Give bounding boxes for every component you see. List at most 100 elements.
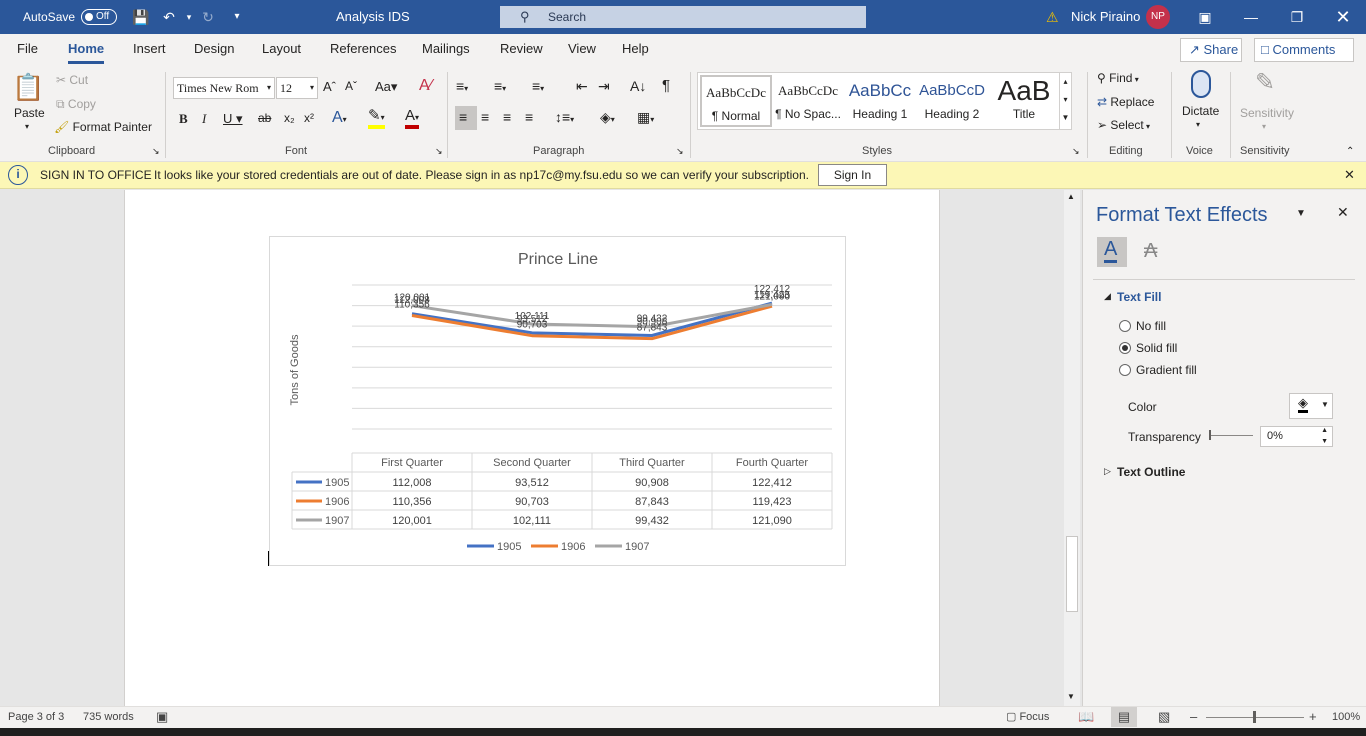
- line-spacing-icon[interactable]: ↕≡▾: [555, 109, 574, 125]
- grow-font-icon[interactable]: Aˆ: [323, 79, 336, 94]
- tab-layout[interactable]: Layout: [262, 34, 301, 66]
- change-case-icon[interactable]: Aa▾: [375, 79, 397, 95]
- clipboard-launcher-icon[interactable]: ↘: [152, 146, 160, 157]
- close-icon[interactable]: ✕: [1320, 0, 1366, 34]
- find-button[interactable]: ⚲ Find ▾: [1097, 71, 1139, 85]
- bold-icon[interactable]: B: [179, 111, 188, 127]
- font-launcher-icon[interactable]: ↘: [435, 146, 443, 157]
- font-name-box[interactable]: Times New Rom ▾: [173, 77, 275, 99]
- italic-icon[interactable]: I: [202, 111, 206, 127]
- align-right-icon[interactable]: ≡: [503, 109, 511, 125]
- avatar[interactable]: NP: [1146, 5, 1170, 29]
- close-icon[interactable]: ✕: [1344, 167, 1355, 183]
- transparency-input[interactable]: 0% ▲ ▼: [1260, 426, 1333, 447]
- align-center-icon[interactable]: ≡: [481, 109, 489, 125]
- tab-home[interactable]: Home: [68, 34, 105, 66]
- vertical-scrollbar[interactable]: ▲ ▼: [1064, 190, 1080, 706]
- share-button[interactable]: ↗ Share: [1180, 38, 1242, 62]
- replace-button[interactable]: ⇄ Replace: [1097, 95, 1154, 109]
- tab-insert[interactable]: Insert: [133, 34, 166, 66]
- chart[interactable]: Prince Line Tons of Goods 112,008 93,512 90,…: [269, 236, 846, 566]
- format-painter-button[interactable]: 🖌 Format Painter: [54, 120, 152, 134]
- customize-qat-icon[interactable]: ▾: [228, 8, 246, 26]
- zoom-out-icon[interactable]: –: [1190, 709, 1197, 724]
- read-mode-icon[interactable]: 📖: [1078, 709, 1094, 725]
- shading-icon[interactable]: ◈▾: [600, 109, 615, 126]
- word-count[interactable]: 735 words: [83, 711, 134, 723]
- bullets-icon[interactable]: ≡▾: [456, 78, 468, 94]
- proofing-icon[interactable]: ▣: [156, 709, 168, 725]
- justify-icon[interactable]: ≡: [525, 109, 533, 125]
- transparency-slider-thumb[interactable]: [1209, 430, 1211, 440]
- color-picker-button[interactable]: ◈ ▼: [1289, 393, 1333, 419]
- sensitivity-button[interactable]: Sensitivity: [1240, 106, 1294, 120]
- redo-icon[interactable]: ↻: [199, 8, 217, 26]
- spinner-icon[interactable]: ▲ ▼: [1321, 425, 1328, 447]
- autosave-toggle[interactable]: Off: [81, 9, 117, 25]
- no-fill-label[interactable]: No fill: [1136, 319, 1166, 333]
- dictate-dropdown-icon[interactable]: ▾: [1196, 120, 1200, 129]
- scroll-thumb[interactable]: [1066, 536, 1078, 612]
- solid-fill-radio[interactable]: [1119, 342, 1131, 354]
- scroll-up-icon[interactable]: ▲: [1067, 192, 1075, 201]
- print-layout-icon[interactable]: ▤: [1111, 707, 1137, 727]
- scroll-down-icon[interactable]: ▼: [1067, 692, 1075, 701]
- cut-button[interactable]: ✂ Cut: [56, 73, 88, 87]
- pane-options-icon[interactable]: ▼: [1296, 208, 1306, 219]
- style-normal[interactable]: AaBbCcDc ¶ Normal: [700, 75, 772, 127]
- minimize-icon[interactable]: —: [1228, 0, 1274, 34]
- paste-dropdown-icon[interactable]: ▾: [25, 122, 29, 131]
- solid-fill-label[interactable]: Solid fill: [1136, 341, 1177, 355]
- style-title[interactable]: AaB Title: [988, 75, 1060, 127]
- multilevel-list-icon[interactable]: ≡▾: [532, 78, 544, 94]
- zoom-level[interactable]: 100%: [1332, 711, 1360, 723]
- select-button[interactable]: ➢ Select ▾: [1097, 118, 1150, 132]
- borders-icon[interactable]: ▦▾: [637, 109, 654, 126]
- clear-formatting-icon[interactable]: A∕: [419, 77, 432, 95]
- paste-icon[interactable]: 📋: [12, 72, 46, 102]
- comments-button[interactable]: □ Comments: [1254, 38, 1354, 62]
- no-fill-radio[interactable]: [1119, 320, 1131, 332]
- tab-mailings[interactable]: Mailings: [422, 34, 470, 66]
- page-count[interactable]: Page 3 of 3: [8, 711, 64, 723]
- shrink-font-icon[interactable]: Aˇ: [345, 79, 357, 93]
- close-icon[interactable]: ✕: [1337, 204, 1349, 221]
- collapse-ribbon-icon[interactable]: ⌃: [1346, 146, 1354, 157]
- save-icon[interactable]: 💾: [132, 8, 150, 26]
- sort-icon[interactable]: A↓: [630, 78, 646, 94]
- font-color-icon[interactable]: A▾: [405, 108, 420, 129]
- ribbon-display-icon[interactable]: ▣: [1182, 0, 1228, 34]
- tab-view[interactable]: View: [568, 34, 596, 66]
- decrease-indent-icon[interactable]: ⇤: [576, 78, 588, 95]
- increase-indent-icon[interactable]: ⇥: [598, 78, 610, 95]
- strikethrough-icon[interactable]: ab: [258, 111, 271, 125]
- style-heading-2[interactable]: AaBbCcD Heading 2: [916, 75, 988, 127]
- sensitivity-icon[interactable]: ✎: [1255, 68, 1275, 97]
- tab-design[interactable]: Design: [194, 34, 234, 66]
- gradient-fill-radio[interactable]: [1119, 364, 1131, 376]
- numbering-icon[interactable]: ≡▾: [494, 78, 506, 94]
- style-no-spacing[interactable]: AaBbCcDc ¶ No Spac...: [772, 75, 844, 127]
- style-heading-1[interactable]: AaBbCc Heading 1: [844, 75, 916, 127]
- web-layout-icon[interactable]: ▧: [1158, 709, 1170, 725]
- text-fill-outline-tab[interactable]: A: [1097, 237, 1127, 267]
- gradient-fill-label[interactable]: Gradient fill: [1136, 363, 1197, 377]
- paragraph-launcher-icon[interactable]: ↘: [676, 146, 684, 157]
- user-name[interactable]: Nick Piraino: [1071, 0, 1140, 34]
- zoom-in-icon[interactable]: +: [1309, 709, 1317, 724]
- undo-dropdown-icon[interactable]: ▾: [180, 8, 198, 26]
- collapse-icon[interactable]: ▷: [1104, 466, 1111, 477]
- sensitivity-dropdown-icon[interactable]: ▾: [1262, 122, 1266, 131]
- microphone-icon[interactable]: [1191, 70, 1211, 98]
- text-effects-icon[interactable]: A▾: [332, 109, 347, 127]
- pilcrow-icon[interactable]: ¶: [662, 77, 670, 94]
- document-area[interactable]: Prince Line Tons of Goods 112,008 93,512 90,…: [0, 190, 1082, 706]
- search-box[interactable]: ⚲ Search: [500, 6, 866, 28]
- sign-in-button[interactable]: Sign In: [818, 164, 887, 186]
- text-effects-tab-icon[interactable]: ₳: [1144, 240, 1157, 263]
- superscript-icon[interactable]: x²: [304, 111, 314, 125]
- chevron-up-icon[interactable]: ▴: [1060, 73, 1071, 91]
- undo-icon[interactable]: ↶: [160, 8, 178, 26]
- styles-scroll[interactable]: ▴ ▾ ▼: [1059, 73, 1071, 129]
- subscript-icon[interactable]: x₂: [284, 111, 295, 125]
